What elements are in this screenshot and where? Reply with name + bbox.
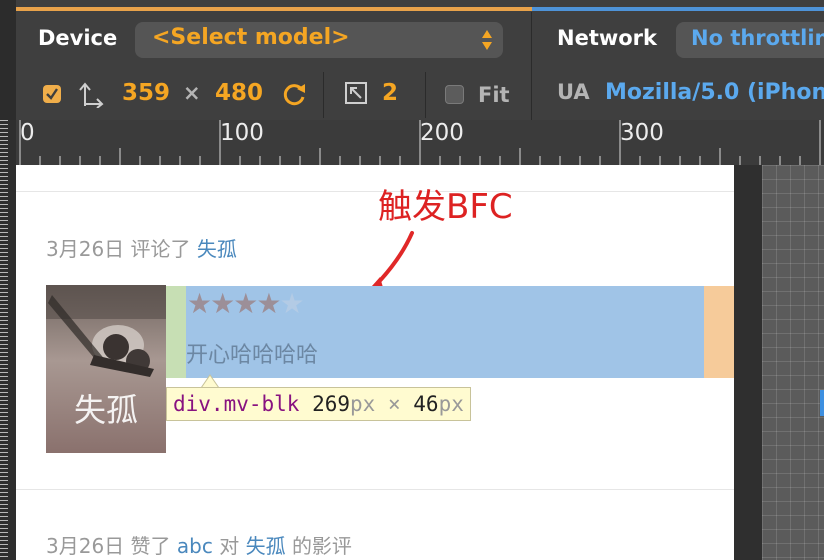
tooltip-unit: px (350, 392, 376, 416)
star-icon: ★ (256, 287, 281, 320)
device-model-value: <Select model> (152, 25, 350, 50)
activity-suffix: 的影评 (291, 534, 352, 558)
network-throttling-select[interactable]: No throttling (676, 22, 824, 58)
devtools-emulation-toolbar: Device <Select model> Network No throttl… (0, 0, 824, 120)
dimension-separator: × (183, 81, 201, 105)
star-icon: ★ (279, 287, 304, 320)
star-icon: ★ (233, 287, 258, 320)
activity-meta-2: 3月26日 赞了 abc 对 失孤 的影评 (46, 530, 352, 559)
tooltip-selector: div.mv-blk (173, 392, 300, 416)
network-section-accent (532, 7, 824, 11)
star-icon: ★ (187, 287, 212, 320)
section-divider (531, 12, 532, 120)
ua-label: UA (557, 80, 590, 104)
width-value[interactable]: 359 (122, 80, 170, 106)
movie-link[interactable]: 失孤 (197, 237, 237, 261)
movie-link[interactable]: 失孤 (246, 534, 286, 558)
device-pixel-ratio-value[interactable]: 2 (382, 80, 398, 106)
tooltip-unit: px (438, 392, 464, 416)
scroll-indicator (820, 390, 824, 416)
divider-middle (16, 489, 734, 490)
element-inspector-tooltip: div.mv-blk 269px × 46px (166, 387, 471, 421)
network-label: Network (557, 26, 658, 50)
tooltip-height: 46 (413, 392, 439, 416)
resize-arrows-icon[interactable] (78, 80, 104, 108)
horizontal-ruler: 0 100 200 300 (16, 120, 824, 165)
review-text: 开心哈哈哈哈 (186, 343, 319, 368)
ruler-label-100: 100 (220, 120, 264, 146)
toolbar-left-edge (0, 0, 16, 120)
fit-checkbox[interactable] (445, 85, 464, 104)
bfc-annotation: 触发BFC (378, 187, 513, 227)
activity-action: 评论了 (130, 237, 191, 261)
checkbox-checked-icon (46, 88, 58, 100)
device-label: Device (38, 26, 118, 50)
rotate-icon[interactable] (280, 80, 308, 108)
movie-poster[interactable]: 失孤 (46, 285, 166, 453)
toolbar-divider (425, 72, 426, 118)
poster-title: 失孤 (74, 391, 139, 429)
viewport-edge (734, 165, 762, 560)
vertical-ruler-inner (8, 120, 16, 560)
activity-date: 3月26日 (46, 237, 125, 261)
activity-conj: 对 (219, 534, 240, 558)
user-agent-value[interactable]: Mozilla/5.0 (iPhone (605, 80, 824, 105)
divider-top (16, 191, 734, 192)
highlight-padding-left (166, 286, 186, 378)
user-link[interactable]: abc (177, 534, 213, 558)
tooltip-arrow (200, 374, 220, 388)
ruler-label-200: 200 (420, 120, 464, 146)
activity-action: 赞了 (130, 534, 171, 558)
device-model-select[interactable]: <Select model> (135, 22, 503, 58)
rating-stars: ★★★★★ (187, 287, 305, 320)
ruler-label-300: 300 (620, 120, 664, 146)
star-icon: ★ (210, 287, 235, 320)
select-arrows-icon (482, 30, 492, 50)
network-throttling-value: No throttling (691, 26, 824, 50)
emulate-resolution-checkbox[interactable] (43, 85, 61, 103)
device-pixel-ratio-icon (345, 82, 367, 104)
toolbar-divider (323, 72, 324, 118)
highlight-margin-right (704, 286, 734, 378)
fit-label: Fit (478, 83, 510, 107)
activity-meta-1: 3月26日 评论了 失孤 (46, 233, 237, 262)
tooltip-times: × (375, 392, 414, 416)
ruler-label-0: 0 (20, 120, 35, 146)
height-value[interactable]: 480 (215, 80, 263, 106)
emulated-page-viewport: 触发BFC 3月26日 评论了 失孤 失孤 ★★★★★ 开心哈哈哈哈 div.m… (16, 165, 734, 560)
activity-date: 3月26日 (46, 534, 125, 558)
device-section-accent (16, 7, 532, 11)
tooltip-width: 269 (312, 392, 351, 416)
